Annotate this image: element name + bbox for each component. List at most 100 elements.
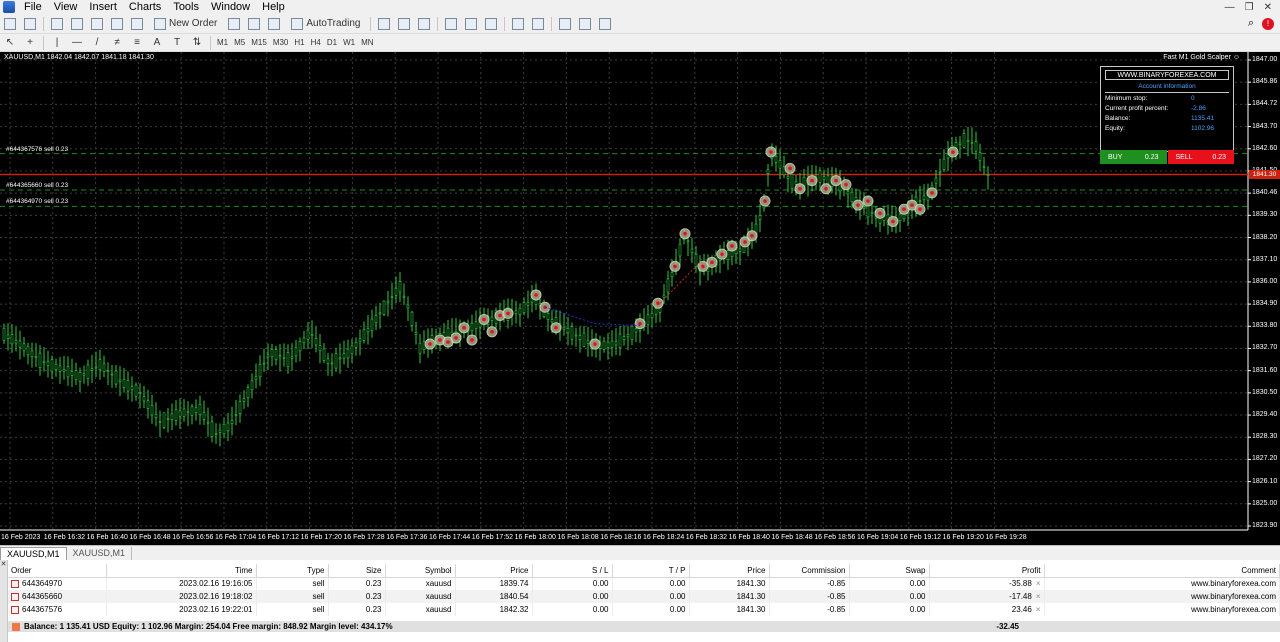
order-row[interactable]: 644365660 2023.02.16 19:18:02 sell 0.23 xauu… [8, 590, 1280, 603]
autoscroll-button[interactable] [510, 16, 526, 32]
chart-shift-button[interactable] [530, 16, 546, 32]
timeframe-m30[interactable]: M30 [270, 38, 292, 47]
new-order-icon [154, 17, 166, 30]
zoom-in-button[interactable] [443, 16, 459, 32]
candle-body [786, 176, 790, 179]
zoom-out-button[interactable] [463, 16, 479, 32]
candle-body [86, 364, 90, 379]
price-axis-label: 1829.40 [1252, 411, 1278, 419]
menu-help[interactable]: Help [256, 0, 291, 14]
col-commission[interactable]: Commission [769, 564, 850, 578]
notification-icon[interactable]: ! [1262, 17, 1274, 30]
arrows-button[interactable]: ⇅ [189, 35, 205, 51]
new-chart-button[interactable] [2, 16, 18, 32]
close-order-icon[interactable]: × [1036, 605, 1041, 614]
candle-body [150, 405, 154, 416]
minimize-icon[interactable]: — [1225, 2, 1235, 13]
candle-body [526, 301, 530, 306]
candle-body [322, 348, 326, 361]
col-tp[interactable]: T / P [612, 564, 690, 578]
indicators-button[interactable] [557, 16, 573, 32]
timeframe-m15[interactable]: M15 [248, 38, 270, 47]
candle-body [822, 176, 826, 180]
bar-chart-button[interactable] [376, 16, 392, 32]
col-symbol[interactable]: Symbol [385, 564, 456, 578]
order-size-cell: 0.23 [328, 603, 386, 616]
chart-tab[interactable]: XAUUSD,M1 [67, 547, 133, 560]
navigator-button[interactable] [89, 16, 105, 32]
crosshair-button[interactable]: + [22, 35, 38, 51]
col-current-price[interactable]: Price [689, 564, 770, 578]
close-icon[interactable]: ✕ [1264, 2, 1272, 13]
sell-button[interactable]: SELL 0.23 [1167, 150, 1234, 164]
trendline-button[interactable]: / [89, 35, 105, 51]
timeframe-h1[interactable]: H1 [291, 38, 307, 47]
order-line-label: #644365660 sell 0.23 [6, 181, 69, 189]
current-price-cell: 1841.30 [689, 577, 770, 590]
line-studies-toolbar: ↖ + | — / ≠ ≡ A T ⇅ M1 M5 M15 M30 H1 H4 … [0, 34, 1280, 52]
metaeditor-button[interactable] [226, 16, 242, 32]
col-size[interactable]: Size [328, 564, 386, 578]
timeframe-h4[interactable]: H4 [308, 38, 324, 47]
price-axis-label: 1838.20 [1252, 233, 1278, 241]
close-order-icon[interactable]: × [1036, 579, 1041, 588]
signals-button[interactable] [246, 16, 262, 32]
line-chart-button[interactable] [416, 16, 432, 32]
text-button[interactable]: A [149, 35, 165, 51]
candle-body [254, 376, 258, 380]
price-chart[interactable]: XAUUSD,M1 1842.04 1842.07 1841.18 1841.3… [0, 52, 1280, 545]
channel-button[interactable]: ≠ [109, 35, 125, 51]
candle-body [110, 373, 114, 376]
templates-button[interactable] [597, 16, 613, 32]
cursor-button[interactable]: ↖ [2, 35, 18, 51]
trade-marker-dot [930, 191, 934, 195]
col-profit[interactable]: Profit [929, 564, 1045, 578]
time-axis-label: 16 Feb 18:08 [557, 534, 599, 541]
menu-file[interactable]: File [18, 0, 48, 14]
col-comment[interactable]: Comment [1044, 564, 1280, 578]
trade-marker-dot [446, 340, 450, 344]
chart-tab-active[interactable]: XAUUSD,M1 [0, 547, 67, 560]
timeframe-w1[interactable]: W1 [340, 38, 358, 47]
col-sl[interactable]: S / L [532, 564, 613, 578]
order-row[interactable]: 644367576 2023.02.16 19:22:01 sell 0.23 xauu… [8, 603, 1280, 616]
new-order-button[interactable]: New Order [149, 16, 222, 32]
menu-window[interactable]: Window [205, 0, 256, 14]
terminal-button[interactable] [109, 16, 125, 32]
col-swap[interactable]: Swap [849, 564, 930, 578]
candlestick-button[interactable] [396, 16, 412, 32]
data-window-button[interactable] [69, 16, 85, 32]
vertical-line-button[interactable]: | [49, 35, 65, 51]
candle-body [358, 338, 362, 342]
restore-icon[interactable]: ❐ [1245, 2, 1254, 13]
periods-button[interactable] [577, 16, 593, 32]
order-row[interactable]: 644364970 2023.02.16 19:16:05 sell 0.23 xauu… [8, 577, 1280, 590]
text-label-button[interactable]: T [169, 35, 185, 51]
candle-body [898, 213, 902, 222]
timeframe-mn[interactable]: MN [358, 38, 376, 47]
col-type[interactable]: Type [256, 564, 329, 578]
menu-tools[interactable]: Tools [167, 0, 205, 14]
buy-button[interactable]: BUY 0.23 [1100, 150, 1167, 164]
col-time[interactable]: Time [106, 564, 257, 578]
autotrading-button[interactable]: AutoTrading [286, 16, 365, 32]
search-icon[interactable]: ⌕ [1248, 17, 1254, 30]
profiles-button[interactable] [22, 16, 38, 32]
menu-insert[interactable]: Insert [83, 0, 123, 14]
tester-button[interactable] [129, 16, 145, 32]
menu-view[interactable]: View [48, 0, 84, 14]
menu-charts[interactable]: Charts [123, 0, 167, 14]
close-order-icon[interactable]: × [1036, 592, 1041, 601]
market-watch-button[interactable] [49, 16, 65, 32]
new-order-label: New Order [169, 18, 218, 29]
timeframe-d1[interactable]: D1 [324, 38, 340, 47]
col-price[interactable]: Price [455, 564, 533, 578]
timeframe-m5[interactable]: M5 [231, 38, 248, 47]
tile-windows-button[interactable] [483, 16, 499, 32]
fibonacci-button[interactable]: ≡ [129, 35, 145, 51]
market-button[interactable] [266, 16, 282, 32]
col-order[interactable]: Order [8, 564, 107, 578]
timeframe-m1[interactable]: M1 [214, 38, 231, 47]
horizontal-line-button[interactable]: — [69, 35, 85, 51]
close-terminal-icon[interactable]: ✕ [0, 560, 7, 568]
